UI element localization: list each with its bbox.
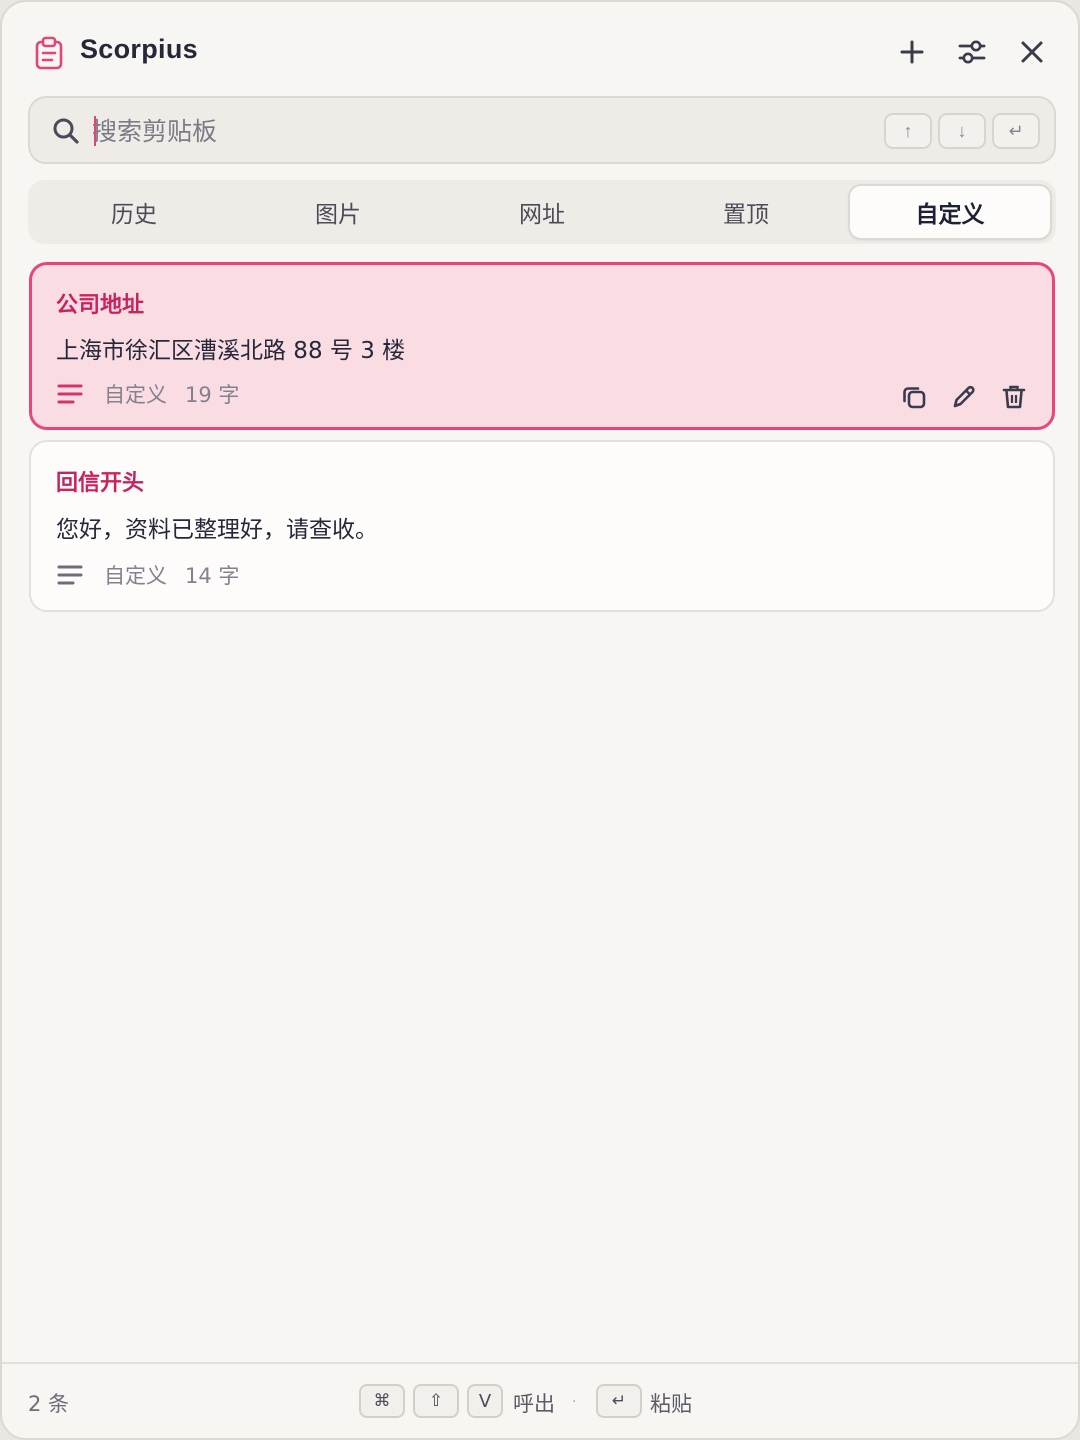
sliders-icon [958, 40, 986, 64]
v-key-hint: V [467, 1384, 503, 1418]
tab-urls[interactable]: 网址 [440, 184, 644, 240]
tab-images[interactable]: 图片 [236, 184, 440, 240]
category-tabs: 历史 图片 网址 置顶 自定义 [28, 180, 1056, 244]
plus-icon [900, 40, 924, 64]
close-button[interactable] [1012, 32, 1052, 72]
settings-button[interactable] [952, 32, 992, 72]
title-bar: Scorpius [2, 2, 1078, 98]
tab-history[interactable]: 历史 [32, 184, 236, 240]
enter-key-hint: ↵ [596, 1384, 642, 1418]
navigate-up-key[interactable]: ↑ [884, 113, 932, 149]
item-kind: 自定义 [104, 564, 167, 588]
item-actions [896, 379, 1032, 415]
trash-icon [1002, 385, 1026, 409]
text-lines-icon [57, 384, 83, 404]
item-count: 2 条 [28, 1392, 70, 1416]
copy-button[interactable] [896, 379, 932, 415]
text-cursor [94, 116, 96, 146]
item-title: 公司地址 [56, 293, 145, 318]
clipboard-icon [35, 36, 63, 70]
item-char-count: 19 字 [185, 383, 240, 407]
copy-icon [903, 387, 926, 409]
add-button[interactable] [892, 32, 932, 72]
list-item[interactable]: 回信开头 您好，资料已整理好，请查收。 自定义 14 字 [29, 440, 1055, 612]
item-title: 回信开头 [56, 471, 145, 496]
pencil-icon [953, 385, 975, 408]
item-text: 您好，资料已整理好，请查收。 [56, 517, 378, 543]
summon-label: 呼出 [513, 1392, 555, 1416]
item-meta: 自定义 14 字 [56, 560, 239, 590]
search-input[interactable] [92, 110, 872, 152]
search-bar: ↑ ↓ ↵ [28, 96, 1056, 164]
shift-key-hint: ⇧ [413, 1384, 459, 1418]
item-meta: 自定义 19 字 [56, 379, 239, 409]
app-window: Scorpius ↑ [0, 0, 1080, 1440]
item-char-count: 14 字 [185, 564, 240, 588]
tab-custom[interactable]: 自定义 [848, 184, 1052, 240]
search-icon [53, 118, 79, 144]
list-item[interactable]: 公司地址 上海市徐汇区漕溪北路 88 号 3 楼 自定义 19 字 [29, 262, 1055, 430]
app-title: Scorpius [80, 34, 198, 64]
item-kind: 自定义 [104, 383, 167, 407]
cmd-key-hint: ⌘ [359, 1384, 405, 1418]
status-bar: 2 条 ⌘ ⇧ V 呼出 · ↵ 粘贴 [2, 1362, 1078, 1438]
enter-key[interactable]: ↵ [992, 113, 1040, 149]
text-lines-icon [57, 565, 83, 585]
item-text: 上海市徐汇区漕溪北路 88 号 3 楼 [56, 338, 406, 364]
navigate-down-key[interactable]: ↓ [938, 113, 986, 149]
close-icon [1021, 41, 1043, 63]
separator-dot: · [572, 1394, 577, 1410]
edit-button[interactable] [946, 379, 982, 415]
delete-button[interactable] [996, 379, 1032, 415]
paste-label: 粘贴 [650, 1392, 692, 1416]
tab-pinned[interactable]: 置顶 [644, 184, 848, 240]
